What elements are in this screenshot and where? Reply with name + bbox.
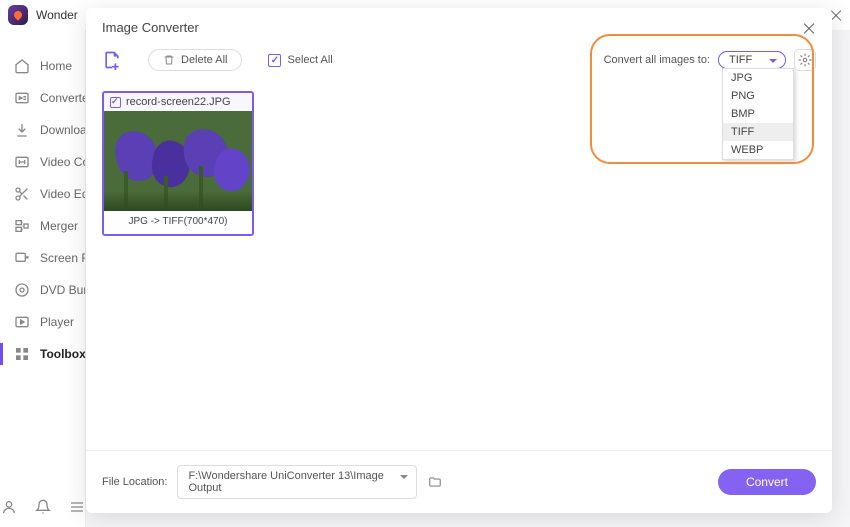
sidebar-item-recorder[interactable]: Screen Recorder: [0, 242, 85, 274]
home-icon: [14, 58, 30, 74]
merge-icon: [14, 218, 30, 234]
modal-title: Image Converter: [102, 20, 199, 35]
delete-all-button[interactable]: Delete All: [148, 49, 242, 71]
thumbnail-filename: record-screen22.JPG: [126, 96, 231, 108]
dropdown-item-webp[interactable]: WEBP: [723, 141, 793, 159]
app-logo-icon: [8, 5, 28, 25]
thumbnail-image: [104, 111, 252, 211]
scissors-icon: [14, 186, 30, 202]
select-all-checkbox[interactable]: Select All: [268, 54, 332, 67]
file-location-label: File Location:: [102, 476, 167, 488]
sidebar-item-compressor[interactable]: Video Compressor: [0, 146, 85, 178]
sidebar: Home Converter Downloader Video Compress…: [0, 30, 86, 527]
sidebar-item-editor[interactable]: Video Editor: [0, 178, 85, 210]
thumbnail-conversion-info: JPG -> TIFF(700*470): [104, 211, 252, 234]
trash-icon: [163, 54, 175, 66]
menu-icon[interactable]: [69, 499, 85, 515]
user-icon[interactable]: [1, 499, 17, 515]
download-icon: [14, 122, 30, 138]
settings-button[interactable]: [794, 49, 816, 71]
toolbar: Delete All Select All Convert all images…: [86, 39, 832, 81]
format-dropdown: JPG PNG BMP TIFF WEBP: [722, 68, 794, 160]
dropdown-item-tiff[interactable]: TIFF: [723, 123, 793, 141]
sidebar-item-home[interactable]: Home: [0, 50, 85, 82]
dropdown-item-bmp[interactable]: BMP: [723, 105, 793, 123]
convert-icon: [14, 90, 30, 106]
modal-header: Image Converter: [86, 8, 832, 39]
sidebar-item-toolbox[interactable]: Toolbox: [0, 338, 85, 370]
play-icon: [14, 314, 30, 330]
close-icon[interactable]: [802, 21, 816, 35]
sidebar-item-converter[interactable]: Converter: [0, 82, 85, 114]
add-file-icon[interactable]: [102, 49, 122, 71]
compress-icon: [14, 154, 30, 170]
convert-button[interactable]: Convert: [718, 469, 816, 495]
disc-icon: [14, 282, 30, 298]
app-name: Wonder: [36, 8, 78, 22]
bell-icon[interactable]: [35, 499, 51, 515]
convert-label: Convert all images to:: [604, 54, 710, 66]
sidebar-footer: [0, 499, 85, 515]
gear-icon: [798, 53, 812, 67]
file-location-select[interactable]: F:\Wondershare UniConverter 13\Image Out…: [177, 465, 417, 499]
sidebar-item-merger[interactable]: Merger: [0, 210, 85, 242]
folder-icon[interactable]: [427, 475, 443, 489]
modal-footer: File Location: F:\Wondershare UniConvert…: [86, 450, 832, 513]
dropdown-item-jpg[interactable]: JPG: [723, 69, 793, 87]
image-thumbnail[interactable]: record-screen22.JPG JPG -> TIFF(700*470): [102, 91, 254, 236]
thumbnail-header: record-screen22.JPG: [104, 93, 252, 111]
record-icon: [14, 250, 30, 266]
sidebar-item-downloader[interactable]: Downloader: [0, 114, 85, 146]
grid-icon: [14, 346, 30, 362]
format-select[interactable]: TIFF: [718, 51, 786, 69]
sidebar-item-dvd[interactable]: DVD Burner: [0, 274, 85, 306]
dropdown-item-png[interactable]: PNG: [723, 87, 793, 105]
sidebar-item-player[interactable]: Player: [0, 306, 85, 338]
checkbox-icon: [268, 54, 281, 67]
image-converter-modal: Image Converter Delete All Select All Co…: [86, 8, 832, 513]
thumbnail-area: record-screen22.JPG JPG -> TIFF(700*470): [86, 81, 832, 450]
thumbnail-checkbox[interactable]: [110, 97, 121, 108]
